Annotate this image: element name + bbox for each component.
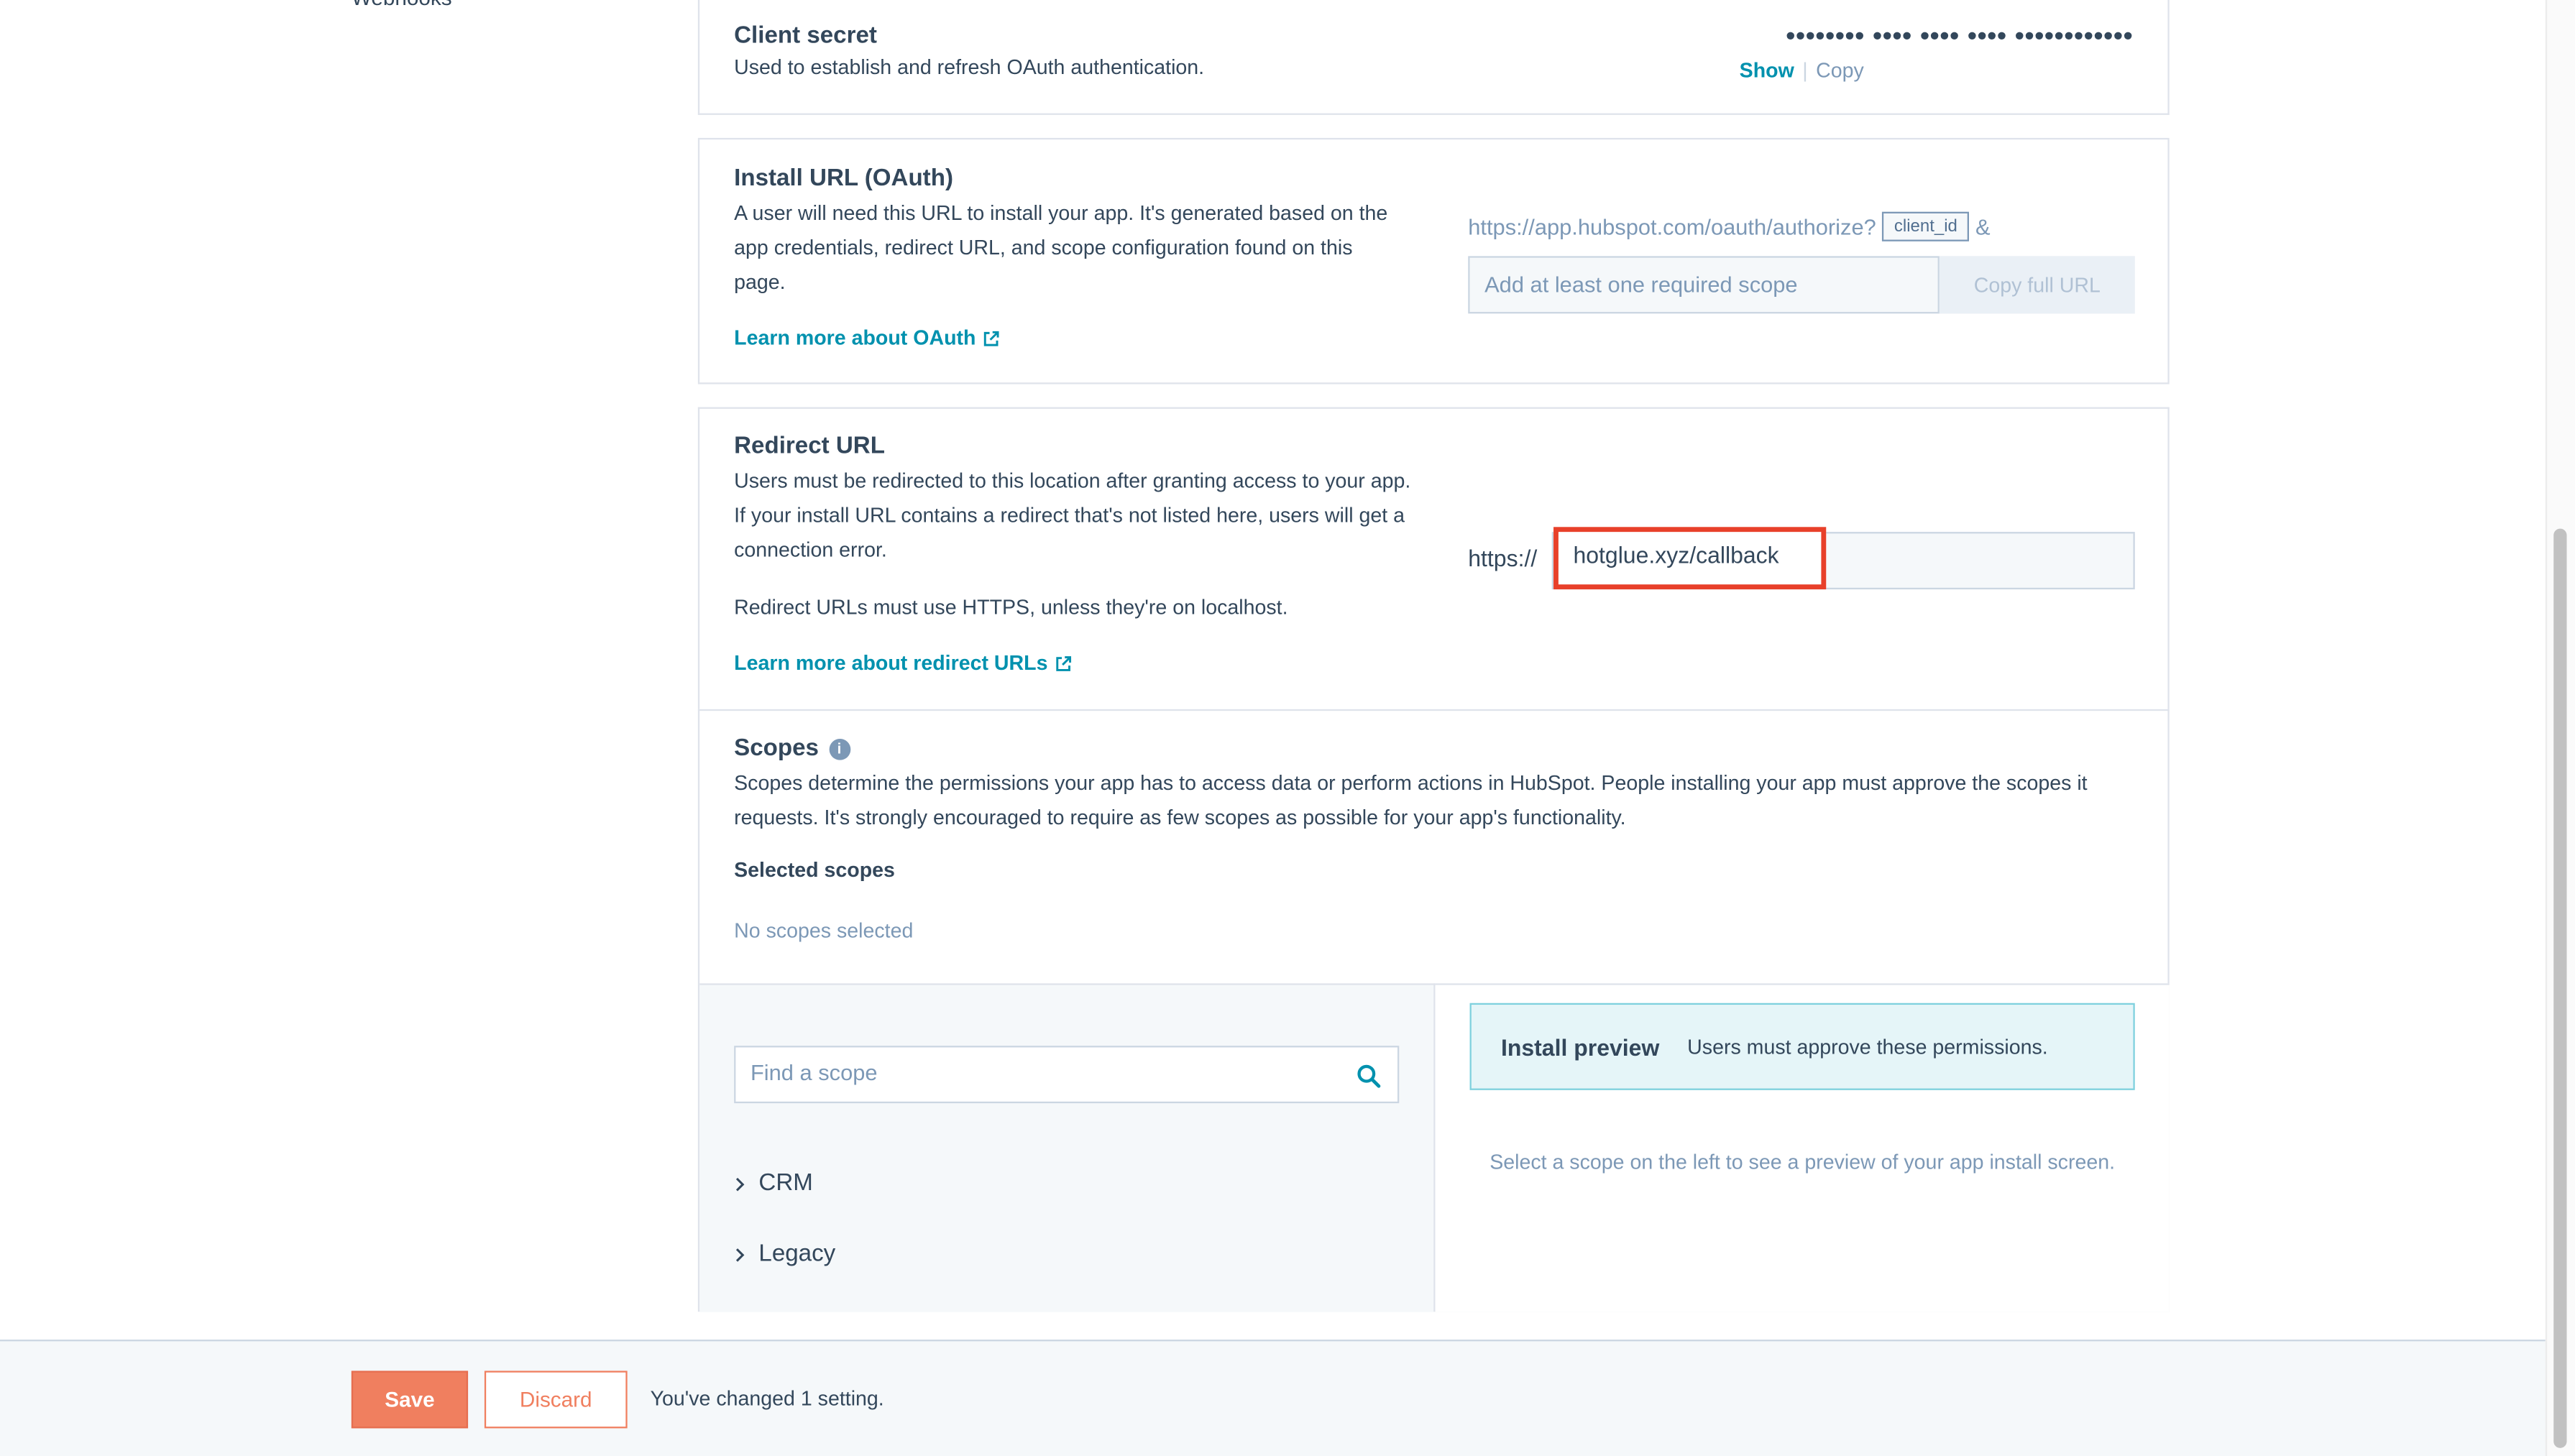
client-secret-actions: Show | Copy bbox=[1740, 59, 1864, 82]
scopes-title: Scopes bbox=[734, 735, 819, 762]
install-preview-banner: Install preview Users must approve these… bbox=[1469, 1003, 2135, 1090]
chevron-right-icon bbox=[735, 1176, 745, 1191]
install-url-section: Install URL (OAuth) A user will need thi… bbox=[697, 137, 2170, 384]
install-url-title: Install URL (OAuth) bbox=[734, 165, 953, 193]
client-secret-section: Client secret Used to establish and refr… bbox=[697, 0, 2170, 115]
info-icon[interactable]: i bbox=[828, 737, 850, 760]
scopes-section: Scopes i Scopes determine the permission… bbox=[697, 709, 2170, 1312]
redirect-url-note: Redirect URLs must use HTTPS, unless the… bbox=[734, 596, 1288, 619]
install-preview-title: Install preview bbox=[1500, 1033, 1660, 1060]
ampersand: & bbox=[1975, 214, 1991, 239]
redirect-url-title: Redirect URL bbox=[734, 433, 885, 460]
changes-status: You've changed 1 setting. bbox=[650, 1387, 884, 1411]
client-secret-description: Used to establish and refresh OAuth auth… bbox=[734, 55, 1205, 79]
install-preview-pane: Install preview Users must approve these… bbox=[1435, 983, 2170, 1312]
oauth-base-url: https://app.hubspot.com/oauth/authorize? bbox=[1468, 214, 1876, 239]
external-link-icon bbox=[1056, 655, 1072, 671]
save-button[interactable]: Save bbox=[351, 1370, 469, 1429]
show-secret-button[interactable]: Show bbox=[1740, 59, 1794, 82]
client-id-chip: client_id bbox=[1882, 211, 1969, 241]
scopes-description: Scopes determine the permissions your ap… bbox=[734, 771, 2088, 829]
find-scope-placeholder: Find a scope bbox=[750, 1060, 878, 1085]
no-scopes-message: No scopes selected bbox=[734, 919, 914, 943]
required-scope-field[interactable]: Add at least one required scope bbox=[1468, 256, 1940, 314]
chevron-right-icon bbox=[735, 1247, 745, 1261]
scope-picker: Find a scope CRM Legacy bbox=[699, 983, 1436, 1312]
sidebar-item-webhooks[interactable]: Webhooks bbox=[352, 0, 452, 10]
selected-scopes-title: Selected scopes bbox=[734, 858, 895, 882]
install-preview-hint: Select a scope on the left to see a prev… bbox=[1490, 1151, 2116, 1174]
install-preview-subtitle: Users must approve these permissions. bbox=[1687, 1035, 2048, 1059]
scrollbar-thumb[interactable] bbox=[2553, 528, 2567, 1448]
client-secret-value: •••••••• •••• •••• •••• •••••••••••• bbox=[1786, 22, 2134, 51]
redirect-url-value[interactable]: hotglue.xyz/callback bbox=[1553, 527, 1827, 590]
scope-group-label: CRM bbox=[758, 1170, 813, 1197]
scopes-title-row: Scopes i bbox=[734, 735, 850, 762]
scope-group-crm[interactable]: CRM bbox=[734, 1171, 813, 1197]
learn-more-oauth-link[interactable]: Learn more about OAuth bbox=[734, 327, 1001, 350]
learn-more-oauth-label: Learn more about OAuth bbox=[734, 326, 976, 350]
search-icon[interactable] bbox=[1357, 1064, 1381, 1088]
redirect-url-description: Users must be redirected to this locatio… bbox=[734, 469, 1411, 562]
discard-button[interactable]: Discard bbox=[484, 1370, 628, 1429]
scope-group-label: Legacy bbox=[758, 1241, 836, 1268]
client-secret-title: Client secret bbox=[734, 22, 877, 50]
https-prefix: https:// bbox=[1468, 545, 1538, 571]
install-url-description: A user will need this URL to install you… bbox=[734, 201, 1388, 294]
learn-more-redirect-link[interactable]: Learn more about redirect URLs bbox=[734, 652, 1073, 675]
external-link-icon bbox=[984, 330, 1000, 346]
redirect-url-section: Redirect URL Users must be redirected to… bbox=[697, 407, 2170, 711]
app-settings-page: Webhooks Client secret Used to establish… bbox=[0, 0, 2575, 1456]
copy-secret-button[interactable]: Copy bbox=[1816, 59, 1864, 82]
learn-more-redirect-label: Learn more about redirect URLs bbox=[734, 651, 1048, 675]
save-bar: Save Discard You've changed 1 setting. bbox=[0, 1340, 2546, 1456]
copy-full-url-button[interactable]: Copy full URL bbox=[1939, 256, 2135, 314]
oauth-url-preview: https://app.hubspot.com/oauth/authorize?… bbox=[1468, 211, 1991, 241]
action-separator: | bbox=[1802, 59, 1808, 83]
scope-group-legacy[interactable]: Legacy bbox=[734, 1241, 835, 1268]
find-scope-input[interactable]: Find a scope bbox=[734, 1046, 1400, 1104]
